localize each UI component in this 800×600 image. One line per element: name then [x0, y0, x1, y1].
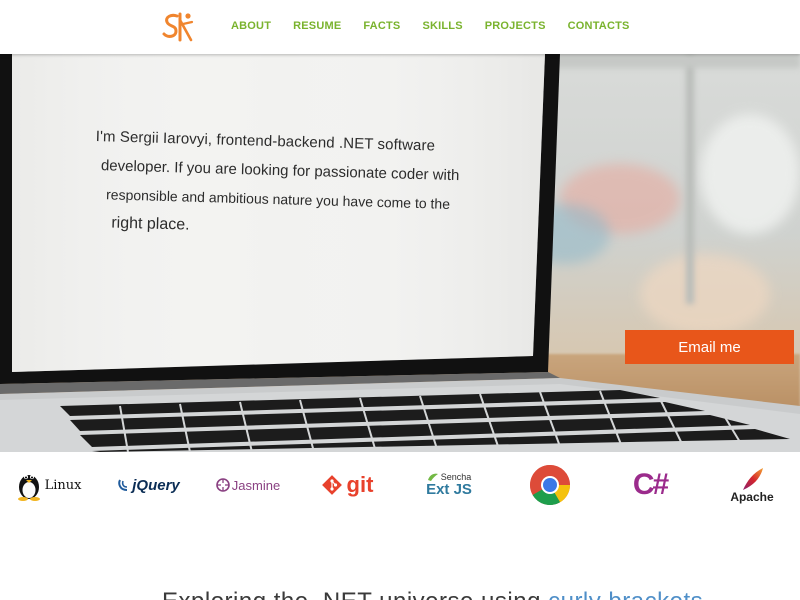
- tech-name: Apache: [730, 489, 774, 504]
- jquery-icon: [118, 479, 128, 491]
- email-me-button[interactable]: Email me: [625, 330, 794, 364]
- linux-tux-icon: [17, 475, 40, 501]
- nav-projects[interactable]: PROJECTS: [485, 20, 546, 32]
- intro-line: responsible and ambitious nature you hav…: [105, 186, 451, 212]
- site-header: ABOUT RESUME FACTS SKILLS PROJECTS CONTA…: [0, 0, 800, 54]
- git-icon: [321, 475, 342, 495]
- chrome-icon: [530, 465, 570, 505]
- logo-icon[interactable]: [161, 10, 195, 44]
- nav-about[interactable]: ABOUT: [231, 20, 271, 32]
- jasmine-icon: [215, 478, 230, 492]
- tech-chrome: [526, 460, 574, 510]
- tech-name: git: [346, 472, 374, 497]
- tech-name: Jasmine: [231, 477, 281, 493]
- nav-skills[interactable]: SKILLS: [422, 20, 462, 32]
- nav-contacts[interactable]: CONTACTS: [568, 20, 630, 32]
- intro-text: I'm Sergii Iarovyi, frontend-backend .NE…: [93, 128, 466, 242]
- tech-linux: Linux: [14, 460, 84, 510]
- hero-section: I'm Sergii Iarovyi, frontend-backend .NE…: [0, 54, 800, 452]
- technology-logos: Linux jQuery Jasmine git Sencha Ext JS C…: [0, 452, 800, 518]
- intro-line: developer. If you are looking for passio…: [100, 157, 460, 185]
- tech-apache: Apache: [724, 460, 780, 510]
- main-nav: ABOUT RESUME FACTS SKILLS PROJECTS CONTA…: [231, 20, 652, 32]
- csharp-icon: C#: [632, 468, 669, 501]
- apache-feather-icon: [743, 467, 763, 490]
- tagline: Exploring the .NET universe using curly …: [162, 588, 703, 600]
- tech-jquery: jQuery: [110, 460, 188, 510]
- tech-name: jQuery: [132, 476, 180, 494]
- tech-csharp: C#: [624, 460, 676, 510]
- nav-facts[interactable]: FACTS: [363, 20, 400, 32]
- tech-git: git: [314, 460, 380, 510]
- tagline-highlight: curly brackets: [548, 588, 703, 600]
- laptop-illustration: [0, 54, 800, 452]
- tagline-text: Exploring the .NET universe using: [162, 588, 548, 600]
- tech-name: Ext JS: [426, 481, 472, 498]
- tech-extjs: Sencha Ext JS: [420, 460, 478, 510]
- tech-name: Linux: [44, 477, 82, 493]
- nav-resume[interactable]: RESUME: [293, 20, 341, 32]
- tech-jasmine: Jasmine: [212, 460, 284, 510]
